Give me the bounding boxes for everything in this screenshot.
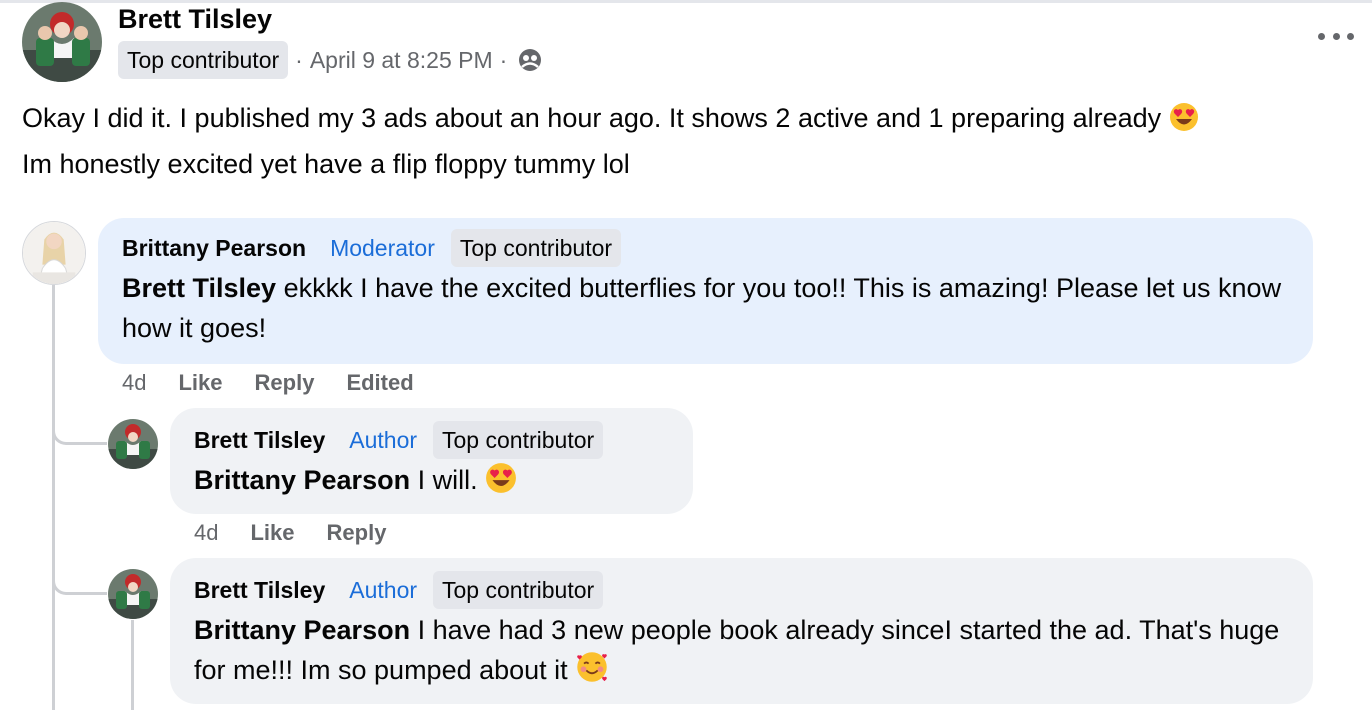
reply-author-name[interactable]: Brett Tilsley [194,427,325,454]
top-divider [0,0,1372,3]
reply-actions: 4d Like Reply [194,520,418,546]
mention-link[interactable]: Brittany Pearson [194,615,410,645]
reply-text: Brittany Pearson I have had 3 new people… [194,610,1289,695]
reply-button[interactable]: Reply [255,370,315,396]
post-body: Okay I did it. I published my 3 ads abou… [22,98,1367,185]
commenter-avatar[interactable] [22,221,86,285]
reply-author-name[interactable]: Brett Tilsley [194,577,325,604]
post-text-line-2: Im honestly excited yet have a flip flop… [22,149,630,179]
thread-branch [52,576,107,595]
top-contributor-badge[interactable]: Top contributor [450,229,622,267]
post-meta: Top contributor · April 9 at 8:25 PM · [118,40,542,80]
comment-text-body: ekkkk I have the excited butterflies for… [122,273,1282,343]
post-author-avatar[interactable] [22,2,102,82]
reply-bubble: Brett Tilsley Author Top contributor Bri… [170,408,693,514]
comment-time[interactable]: 4d [122,370,146,396]
thread-line [131,620,134,710]
post-timestamp[interactable]: April 9 at 8:25 PM [310,47,493,74]
reply-text: Brittany Pearson I will. [194,460,669,505]
moderator-badge[interactable]: Moderator [330,235,435,262]
group-audience-icon[interactable] [518,48,542,72]
edited-label[interactable]: Edited [346,370,413,396]
like-button[interactable]: Like [250,520,294,546]
meta-separator: · [499,46,508,73]
reply-bubble: Brett Tilsley Author Top contributor Bri… [170,558,1313,704]
top-contributor-badge[interactable]: Top contributor [433,421,604,459]
heart-eyes-emoji [485,462,517,505]
top-contributor-badge[interactable]: Top contributor [118,41,289,79]
smiling-face-with-hearts-emoji [575,650,609,695]
comment-author-name[interactable]: Brittany Pearson [122,235,306,262]
more-options-icon[interactable] [1316,22,1356,50]
top-contributor-badge[interactable]: Top contributor [433,571,604,609]
comment-bubble: Brittany Pearson Moderator Top contribut… [98,218,1313,364]
post-author-name[interactable]: Brett Tilsley [118,4,272,35]
mention-link[interactable]: Brett Tilsley [122,273,276,303]
author-badge[interactable]: Author [349,427,417,454]
reply-time[interactable]: 4d [194,520,218,546]
post-text-line-1: Okay I did it. I published my 3 ads abou… [22,103,1162,133]
mention-link[interactable]: Brittany Pearson [194,465,410,495]
reply-button[interactable]: Reply [327,520,387,546]
heart-eyes-emoji [1169,102,1199,144]
meta-separator: · [295,46,303,73]
comment-actions: 4d Like Reply Edited [122,370,446,396]
reply-author-avatar[interactable] [108,419,158,469]
thread-branch [52,426,107,445]
reply-text-body: I will. [410,465,486,495]
comment-text: Brett Tilsley ekkkk I have the excited b… [122,268,1289,348]
reply-author-avatar[interactable] [108,569,158,619]
author-badge[interactable]: Author [349,577,417,604]
like-button[interactable]: Like [178,370,222,396]
thread-line [52,285,55,710]
